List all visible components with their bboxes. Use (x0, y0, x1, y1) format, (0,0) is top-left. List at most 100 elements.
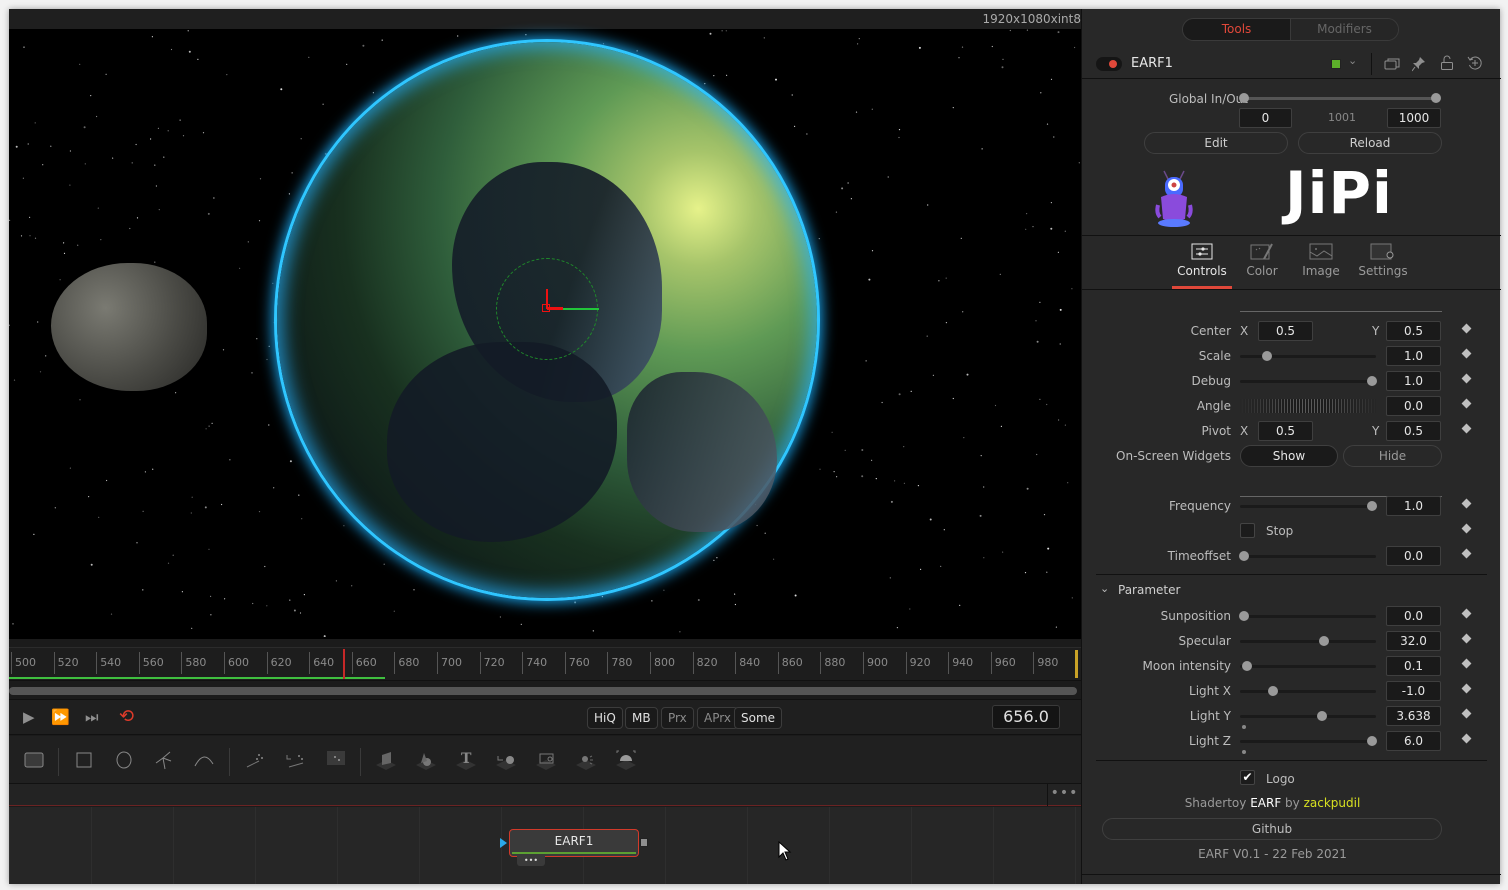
slider-knob[interactable] (1239, 611, 1250, 621)
slider-knob[interactable] (1267, 686, 1278, 696)
tool-polygon-mask-button[interactable] (149, 746, 179, 774)
tool-rectangle-mask-button[interactable] (69, 746, 99, 774)
keyframe-diamond-icon[interactable] (1461, 373, 1472, 384)
sunposition-slider[interactable] (1239, 611, 1376, 621)
tool-particle-render-button[interactable] (321, 746, 351, 774)
hide-widgets-button[interactable]: Hide (1343, 445, 1442, 467)
keyframe-diamond-icon[interactable] (1461, 523, 1472, 534)
credit-name[interactable]: EARF (1250, 796, 1281, 810)
tool-bspline-mask-button[interactable] (189, 746, 219, 774)
reload-button[interactable]: Reload (1298, 132, 1442, 154)
specular-slider[interactable] (1240, 636, 1376, 646)
global-in-field[interactable]: 0 (1239, 108, 1292, 128)
keyframe-diamond-icon[interactable] (1461, 633, 1472, 644)
lock-icon[interactable] (1440, 55, 1454, 71)
slider-knob[interactable] (1366, 736, 1377, 746)
tab-tools[interactable]: Tools (1183, 19, 1290, 40)
keyframe-diamond-icon[interactable] (1461, 683, 1472, 694)
node-earf1[interactable]: EARF1 (509, 829, 639, 857)
node-input-port[interactable] (500, 838, 507, 848)
fast-forward-button[interactable]: ⏩ (51, 708, 70, 726)
keyframe-diamond-icon[interactable] (1461, 548, 1472, 559)
angle-thumbwheel[interactable] (1240, 399, 1378, 413)
keyframe-diamond-icon[interactable] (1461, 348, 1472, 359)
debug-field[interactable]: 1.0 (1386, 371, 1441, 391)
playhead[interactable] (343, 649, 345, 679)
slider-knob[interactable] (1239, 551, 1250, 561)
more-options-button[interactable]: ••• (1047, 784, 1081, 806)
center-y-field[interactable]: 0.5 (1386, 321, 1441, 341)
light-y-field[interactable]: 3.638 (1386, 706, 1441, 726)
light-y-slider[interactable] (1240, 711, 1376, 721)
tool-merge-3d-button[interactable] (491, 746, 521, 774)
sunposition-field[interactable]: 0.0 (1386, 606, 1441, 626)
show-widgets-button[interactable]: Show (1240, 445, 1338, 467)
slider-knob[interactable] (1319, 636, 1330, 646)
tool-text-3d-button[interactable]: T (451, 746, 481, 774)
tool-spotlight-3d-button[interactable] (571, 746, 601, 774)
moon-intensity-slider[interactable] (1240, 661, 1376, 671)
logo-checkbox[interactable]: ✔ (1240, 770, 1255, 785)
center-x-field[interactable]: 0.5 (1258, 321, 1313, 341)
hiq-button[interactable]: HiQ (587, 707, 623, 729)
selective-update-button[interactable]: Some (734, 707, 783, 729)
scale-slider[interactable] (1240, 351, 1376, 361)
specular-field[interactable]: 32.0 (1386, 631, 1441, 651)
slider-knob[interactable] (1316, 711, 1327, 721)
keyframe-diamond-icon[interactable] (1461, 423, 1472, 434)
viewer[interactable]: 1920x1080xint8 (9, 9, 1081, 639)
slider-knob[interactable] (1241, 661, 1252, 671)
node-mask-ports[interactable]: ••• (517, 856, 545, 866)
proxy-button[interactable]: Prx (661, 707, 694, 729)
slider-knob[interactable] (1366, 376, 1377, 386)
tool-enable-toggle[interactable] (1096, 57, 1122, 71)
current-frame-field[interactable]: 656.0 (992, 705, 1060, 729)
time-ruler[interactable]: 500 520 540 560 580 600 620 640 660 680 700 720 740 7… (9, 647, 1081, 681)
keyframe-diamond-icon[interactable] (1461, 708, 1472, 719)
auto-proxy-button[interactable]: APrx (697, 707, 738, 729)
keyframe-diamond-icon[interactable] (1461, 733, 1472, 744)
subtab-controls[interactable]: Controls (1172, 243, 1232, 289)
slider-knob[interactable] (1366, 501, 1377, 511)
timeoffset-slider[interactable] (1239, 551, 1376, 561)
tool-image-plane-3d-button[interactable] (371, 746, 401, 774)
frequency-slider[interactable] (1240, 501, 1377, 511)
chevron-down-icon[interactable]: ⌄ (1348, 54, 1357, 67)
tool-shape-3d-button[interactable] (411, 746, 441, 774)
scale-field[interactable]: 1.0 (1386, 346, 1441, 366)
light-z-field[interactable]: 6.0 (1386, 731, 1441, 751)
versions-icon[interactable] (1384, 57, 1400, 71)
global-inout-range[interactable] (1239, 93, 1441, 103)
debug-slider[interactable] (1240, 376, 1377, 386)
render-end-marker[interactable] (1075, 650, 1078, 678)
play-button[interactable]: ▶ (23, 708, 35, 726)
edit-button[interactable]: Edit (1144, 132, 1288, 154)
keyframe-diamond-icon[interactable] (1461, 498, 1472, 509)
light-z-slider[interactable] (1240, 736, 1377, 746)
pivot-x-field[interactable]: 0.5 (1258, 421, 1313, 441)
out-handle[interactable] (1431, 93, 1441, 103)
slider-knob[interactable] (1262, 351, 1273, 361)
keyframe-diamond-icon[interactable] (1461, 323, 1472, 334)
in-handle[interactable] (1239, 93, 1249, 103)
stop-checkbox[interactable] (1240, 523, 1255, 538)
motion-blur-button[interactable]: MB (625, 707, 658, 729)
center-widget-handle[interactable] (542, 304, 550, 312)
node-output-port[interactable] (640, 838, 648, 847)
keyframe-diamond-icon[interactable] (1461, 658, 1472, 669)
credit-author-link[interactable]: zackpudil (1304, 796, 1361, 810)
tool-background-button[interactable] (19, 746, 49, 774)
angle-field[interactable]: 0.0 (1386, 396, 1441, 416)
tool-particle-emitter-button[interactable] (241, 746, 271, 774)
tool-renderer-3d-button[interactable] (611, 746, 641, 774)
subtab-settings[interactable]: Settings (1357, 243, 1409, 287)
github-button[interactable]: Github (1102, 818, 1442, 840)
pin-icon[interactable] (1412, 56, 1426, 72)
skip-to-end-button[interactable]: ⏭ (85, 708, 99, 726)
reset-icon[interactable] (1467, 55, 1483, 71)
timeline-scrollbar[interactable] (9, 687, 1077, 695)
timeoffset-field[interactable]: 0.0 (1386, 546, 1441, 566)
keyframe-diamond-icon[interactable] (1461, 608, 1472, 619)
tool-particle-render-source-button[interactable] (281, 746, 311, 774)
tool-camera-3d-button[interactable] (531, 746, 561, 774)
